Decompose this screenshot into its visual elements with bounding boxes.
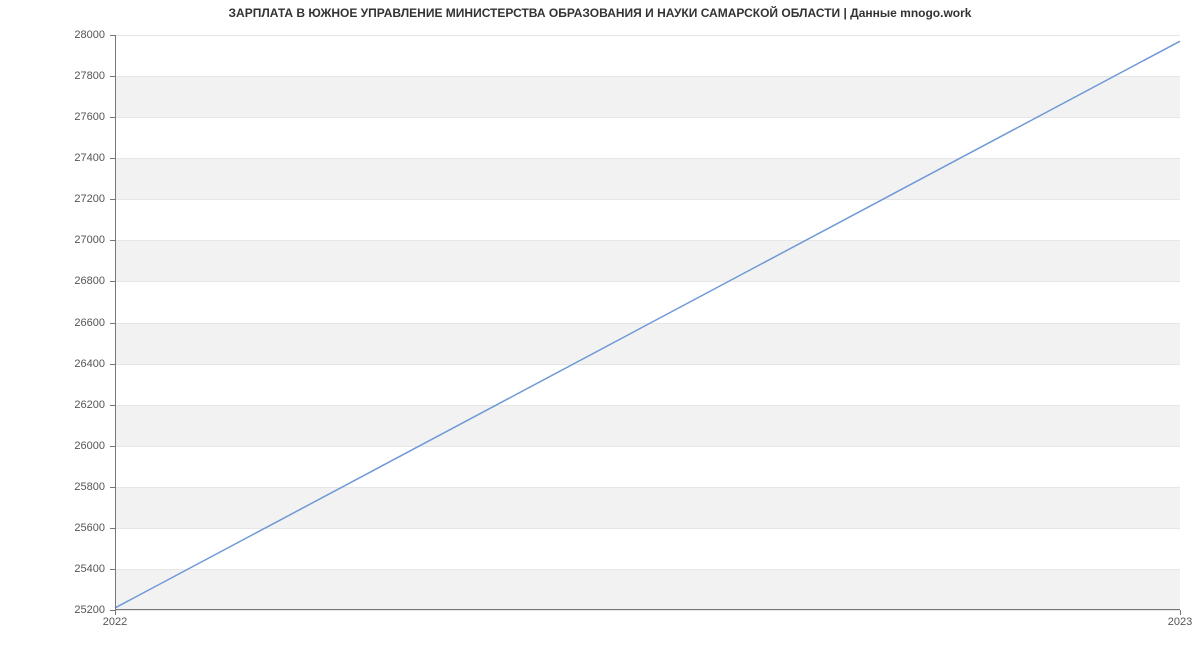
y-tick [110, 446, 115, 447]
y-tick-label: 26600 [50, 317, 105, 329]
y-tick [110, 281, 115, 282]
y-tick-label: 28000 [50, 29, 105, 41]
y-tick-label: 26800 [50, 275, 105, 287]
y-tick [110, 528, 115, 529]
y-tick [110, 405, 115, 406]
y-tick [110, 199, 115, 200]
y-tick [110, 569, 115, 570]
chart-title: ЗАРПЛАТА В ЮЖНОЕ УПРАВЛЕНИЕ МИНИСТЕРСТВА… [0, 6, 1200, 20]
y-tick-label: 25400 [50, 563, 105, 575]
x-tick-label: 2023 [1168, 616, 1192, 628]
x-tick [115, 610, 116, 615]
y-tick-label: 25800 [50, 481, 105, 493]
y-tick [110, 35, 115, 36]
y-tick-label: 25600 [50, 522, 105, 534]
y-tick [110, 158, 115, 159]
y-tick [110, 240, 115, 241]
y-tick-label: 26400 [50, 358, 105, 370]
y-tick [110, 323, 115, 324]
y-tick-label: 26000 [50, 440, 105, 452]
y-tick [110, 117, 115, 118]
y-tick [110, 487, 115, 488]
y-tick-label: 27400 [50, 152, 105, 164]
x-axis [115, 609, 1180, 610]
y-tick-label: 26200 [50, 399, 105, 411]
y-tick-label: 25200 [50, 604, 105, 616]
plot-area [115, 35, 1180, 610]
y-tick [110, 76, 115, 77]
grid-line [115, 610, 1180, 611]
y-axis [115, 35, 116, 610]
salary-line-chart: ЗАРПЛАТА В ЮЖНОЕ УПРАВЛЕНИЕ МИНИСТЕРСТВА… [0, 0, 1200, 650]
y-tick-label: 27000 [50, 234, 105, 246]
y-tick-label: 27800 [50, 70, 105, 82]
x-tick-label: 2022 [103, 616, 127, 628]
y-tick [110, 364, 115, 365]
y-tick-label: 27600 [50, 111, 105, 123]
x-tick [1180, 610, 1181, 615]
series-line [115, 41, 1180, 608]
y-tick-label: 27200 [50, 193, 105, 205]
line-series [115, 35, 1180, 610]
